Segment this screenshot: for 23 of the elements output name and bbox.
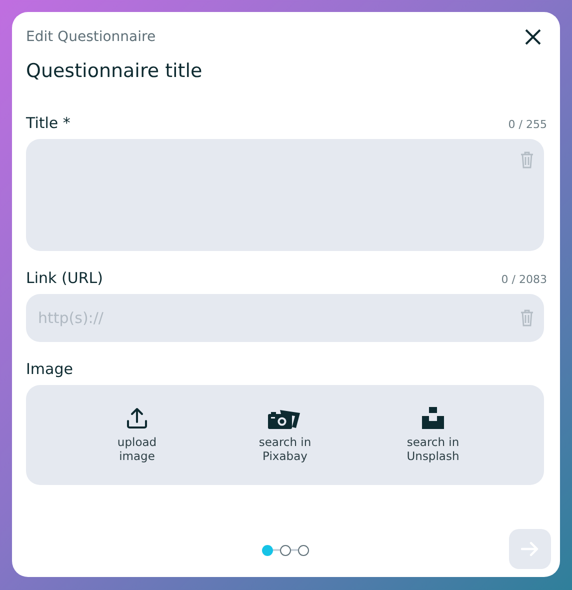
image-source-button[interactable]: search in Unsplash [385, 407, 481, 463]
field-label: Title * [26, 114, 70, 132]
field-label: Link (URL) [26, 269, 103, 287]
unsplash-icon [422, 407, 444, 429]
delete-button[interactable] [520, 309, 534, 327]
image-source-button[interactable]: search in Pixabay [237, 407, 333, 463]
title-field[interactable] [26, 139, 544, 251]
character-counter: 0 / 255 [508, 118, 547, 131]
image-source-button[interactable]: upload image [89, 407, 185, 463]
close-icon [525, 29, 541, 45]
step-dot[interactable] [280, 544, 290, 556]
camera-icon [268, 407, 302, 429]
step-dot[interactable] [262, 544, 272, 556]
delete-button[interactable] [520, 151, 534, 169]
trash-icon [520, 151, 534, 169]
dialog-title: Questionnaire title [26, 60, 204, 82]
dialog-subtitle: Edit Questionnaire [26, 29, 156, 45]
trash-icon [520, 309, 534, 327]
field-label: Image [26, 360, 73, 378]
character-counter: 0 / 2083 [501, 273, 547, 286]
arrow-right-icon [521, 541, 539, 557]
upload-icon [126, 407, 148, 429]
step-dot[interactable] [298, 544, 308, 556]
